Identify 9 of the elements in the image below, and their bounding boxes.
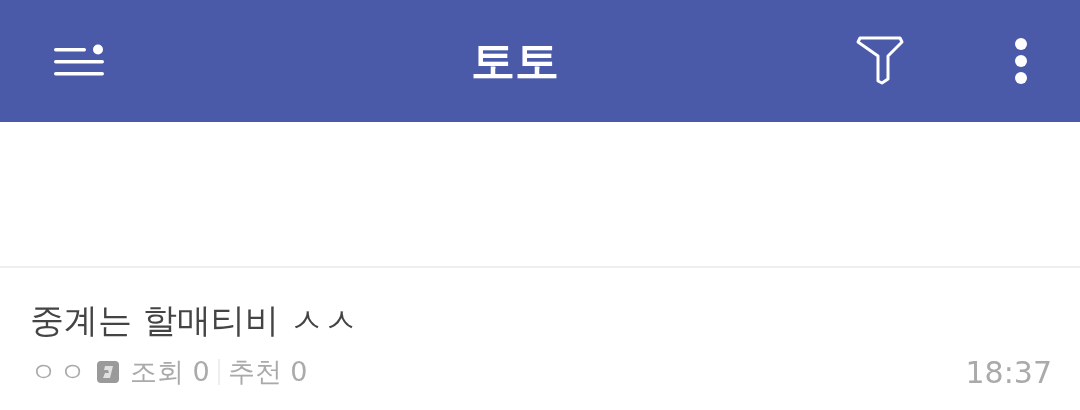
view-count: 조회 0	[130, 355, 210, 389]
post-title[interactable]: 중계는 할매티비 ㅅㅅ	[30, 296, 1052, 344]
post-time: 18:37	[965, 354, 1052, 390]
more-icon[interactable]	[1014, 38, 1028, 84]
level-badge-icon	[96, 360, 120, 384]
app-title: 토토	[470, 33, 560, 88]
filter-icon[interactable]	[856, 36, 904, 86]
like-count: 추천 0	[227, 355, 308, 389]
post-author: ㅇㅇ	[30, 355, 88, 389]
